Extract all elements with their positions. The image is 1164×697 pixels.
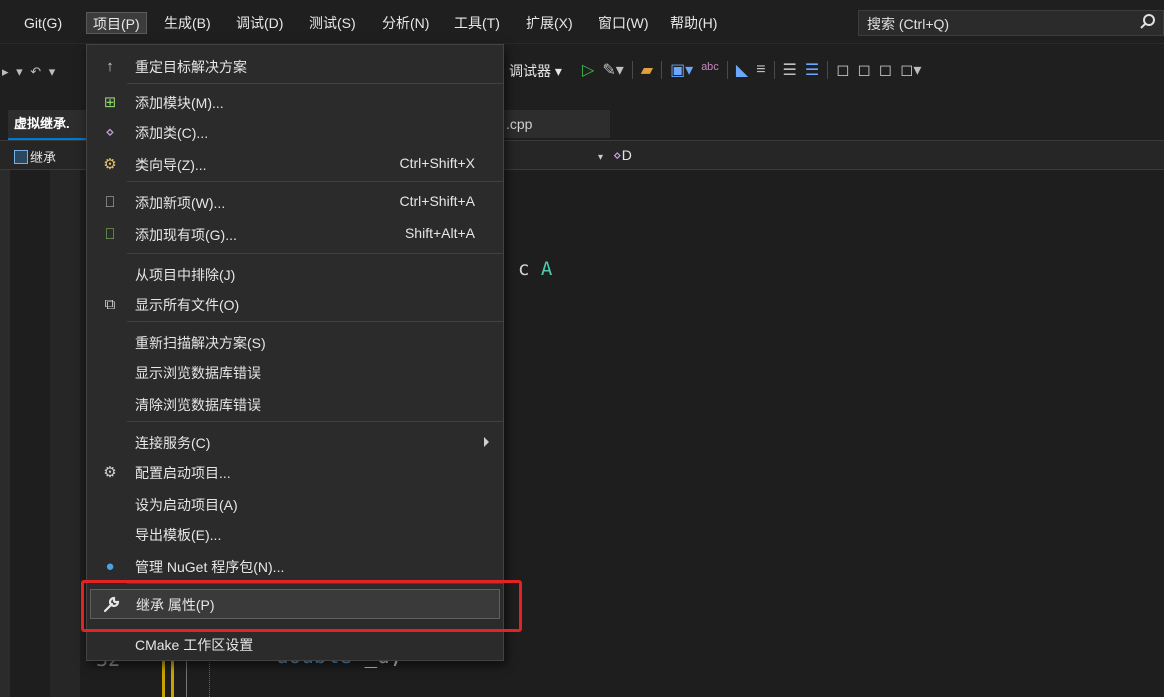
- menu-item-label: 重定目标解决方案: [135, 59, 247, 75]
- show-all-files-icon: ⧉: [104, 295, 116, 313]
- highlight-annotation: [81, 580, 522, 632]
- menu-debug[interactable]: 调试(D): [230, 12, 289, 34]
- code-class-name: A: [540, 258, 553, 280]
- debugger-dropdown[interactable]: 调试器 ▾: [509, 61, 562, 81]
- menu-item-exclude-from-project[interactable]: 从项目中排除(J): [87, 259, 503, 289]
- class-dropdown[interactable]: ▾ ⋄D: [598, 147, 632, 164]
- menu-window[interactable]: 窗口(W): [592, 12, 655, 34]
- class-wizard-icon: ⚙: [103, 156, 117, 173]
- menu-item-label: 配置启动项目...: [135, 465, 231, 481]
- menu-item-shortcut: Ctrl+Shift+A: [399, 193, 475, 209]
- code-keyword: c: [518, 258, 530, 280]
- menu-item-label: CMake 工作区设置: [135, 637, 254, 653]
- menu-item-label: 添加类(C)...: [135, 125, 209, 141]
- class-name: D: [621, 147, 632, 163]
- class-icon: ⋄: [612, 147, 622, 163]
- menu-bar: Git(G) 项目(P) 生成(B) 调试(D) 测试(S) 分析(N) 工具(…: [0, 0, 1164, 44]
- menu-item-clear-browse-db-errors[interactable]: 清除浏览数据库错误: [87, 389, 503, 419]
- menu-item-label: 显示浏览数据库错误: [135, 365, 261, 381]
- menu-item-show-all-files[interactable]: ⧉ 显示所有文件(O): [87, 289, 503, 319]
- menu-item-label: 添加新项(W)...: [135, 195, 226, 211]
- menu-item-label: 连接服务(C): [135, 435, 211, 451]
- project-icon: [14, 150, 28, 164]
- search-box[interactable]: 搜索 (Ctrl+Q): [858, 10, 1164, 36]
- menu-analyze[interactable]: 分析(N): [376, 12, 435, 34]
- project-name: 继承: [30, 150, 57, 165]
- menu-item-label: 添加模块(M)...: [135, 95, 224, 111]
- nuget-icon: ●: [105, 557, 115, 575]
- search-icon[interactable]: [1139, 13, 1157, 31]
- menu-item-add-module[interactable]: ⊞ 添加模块(M)...: [87, 87, 503, 117]
- menu-item-label: 重新扫描解决方案(S): [135, 335, 266, 351]
- menu-item-manage-nuget[interactable]: ● 管理 NuGet 程序包(N)...: [87, 551, 503, 581]
- add-class-icon: ⋄: [105, 124, 115, 141]
- menu-item-label: 从项目中排除(J): [135, 267, 236, 283]
- submenu-arrow-icon: [484, 437, 489, 447]
- menu-item-rescan-solution[interactable]: 重新扫描解决方案(S): [87, 327, 503, 357]
- menu-item-label: 设为启动项目(A): [135, 497, 238, 513]
- menu-item-show-browse-db-errors[interactable]: 显示浏览数据库错误: [87, 357, 503, 387]
- menu-item-class-wizard[interactable]: ⚙ 类向导(Z)... Ctrl+Shift+X: [87, 149, 503, 179]
- menu-item-cmake-workspace-settings[interactable]: CMake 工作区设置: [87, 629, 503, 659]
- menu-item-retarget-solution[interactable]: ↑ 重定目标解决方案: [87, 51, 503, 81]
- step-icon[interactable]: ◣: [736, 60, 748, 80]
- up-arrow-icon: ↑: [106, 57, 114, 75]
- menu-item-export-template[interactable]: 导出模板(E)...: [87, 519, 503, 549]
- project-dropdown[interactable]: 继承: [14, 147, 56, 166]
- menu-item-add-existing-item[interactable]: ⎕ 添加现有项(G)... Shift+Alt+A: [87, 219, 503, 249]
- chevron-down-icon: ▾: [598, 152, 604, 163]
- menu-project[interactable]: 项目(P): [86, 12, 147, 34]
- indent-icon[interactable]: ☰: [783, 60, 797, 80]
- search-label: 搜索 (Ctrl+Q): [867, 16, 950, 32]
- tab-active-file[interactable]: 虚拟继承.: [8, 110, 88, 140]
- menu-item-label: 管理 NuGet 程序包(N)...: [135, 559, 285, 575]
- bookmark-next-icon[interactable]: ◻: [879, 60, 892, 80]
- menu-item-set-startup[interactable]: 设为启动项目(A): [87, 489, 503, 519]
- menu-item-label: 类向导(Z)...: [135, 157, 207, 173]
- menu-extensions[interactable]: 扩展(X): [520, 12, 579, 34]
- add-module-icon: ⊞: [103, 94, 117, 111]
- bookmark-icon[interactable]: ◻: [836, 60, 849, 80]
- menu-test[interactable]: 测试(S): [303, 12, 362, 34]
- menu-item-add-class[interactable]: ⋄ 添加类(C)...: [87, 117, 503, 147]
- menu-item-label: 添加现有项(G)...: [135, 227, 237, 243]
- add-new-item-icon: ⎕: [105, 193, 115, 211]
- menu-item-label: 导出模板(E)...: [135, 527, 222, 543]
- start-icon[interactable]: ▷: [582, 60, 594, 80]
- left-gutter: [0, 170, 10, 697]
- format-icon[interactable]: ≡: [756, 61, 765, 79]
- menu-tools[interactable]: 工具(T): [448, 12, 506, 34]
- menu-item-label: 清除浏览数据库错误: [135, 397, 261, 413]
- undo-redo-icons[interactable]: ▸ ▾ ↶ ▾: [2, 64, 57, 80]
- project-menu-dropdown: ↑ 重定目标解决方案 ⊞ 添加模块(M)... ⋄ 添加类(C)... ⚙ 类向…: [86, 44, 504, 661]
- menu-item-add-new-item[interactable]: ⎕ 添加新项(W)... Ctrl+Shift+A: [87, 187, 503, 217]
- menu-build[interactable]: 生成(B): [158, 12, 217, 34]
- outdent-icon[interactable]: ☰: [805, 60, 819, 80]
- window-icon[interactable]: ▣▾: [670, 60, 693, 80]
- menu-git[interactable]: Git(G): [18, 12, 68, 34]
- menu-item-shortcut: Ctrl+Shift+X: [399, 155, 475, 171]
- gear-icon: ⚙: [103, 464, 117, 481]
- bookmark-prev-icon[interactable]: ◻: [858, 60, 871, 80]
- menu-item-label: 显示所有文件(O): [135, 297, 240, 313]
- menu-item-configure-startup[interactable]: ⚙ 配置启动项目...: [87, 457, 503, 487]
- line-margin: [50, 170, 80, 697]
- bookmark-clear-icon[interactable]: ◻▾: [900, 60, 921, 80]
- code-fragment: c A: [518, 258, 552, 280]
- menu-item-shortcut: Shift+Alt+A: [404, 225, 475, 241]
- toolbar-icons: ▷ ✎▾ ▰ ▣▾ ᵃᵇᶜ ◣ ≡ ☰ ☰ ◻ ◻ ◻ ◻▾: [582, 58, 921, 82]
- menu-help[interactable]: 帮助(H): [664, 12, 723, 34]
- add-existing-item-icon: ⎕: [105, 225, 115, 243]
- menu-item-connected-services[interactable]: 连接服务(C): [87, 427, 503, 457]
- spellcheck-icon[interactable]: ᵃᵇᶜ: [701, 61, 719, 79]
- attach-icon[interactable]: ✎▾: [602, 60, 623, 80]
- folder-icon[interactable]: ▰: [641, 60, 653, 80]
